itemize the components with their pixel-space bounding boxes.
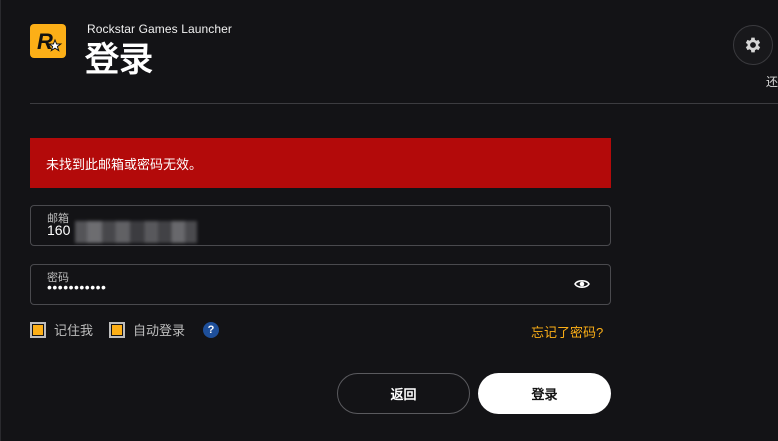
launcher-window: R Rockstar Games Launcher 登录 还 未找到此邮箱或密码… [0,0,778,441]
auto-login-checkbox[interactable] [109,321,126,338]
error-banner: 未找到此邮箱或密码无效。 [30,138,611,188]
gear-icon [745,37,761,53]
checkbox-fill [112,324,123,335]
password-field[interactable]: 密码 ••••••••••• [30,264,611,305]
forgot-password-link[interactable]: 忘记了密码? [531,322,603,341]
auto-login-label: 自动登录 [133,323,186,338]
page-title: 登录 [85,40,153,80]
password-input[interactable]: ••••••••••• [47,279,106,295]
svg-text:R: R [37,29,53,54]
auto-login-option[interactable]: 自动登录 [109,320,185,339]
error-message: 未找到此邮箱或密码无效。 [46,156,203,172]
email-field[interactable]: 邮箱 160 [30,205,611,246]
eye-icon[interactable] [574,278,590,290]
header-divider [30,103,778,104]
settings-partial-label: 还 [766,75,778,89]
redacted-email-mosaic [75,221,197,243]
checkbox-fill [33,324,43,335]
remember-me-checkbox[interactable] [30,321,46,338]
rockstar-logo-icon: R [30,24,66,58]
login-button[interactable]: 登录 [478,373,611,414]
remember-me-option[interactable]: 记住我 [30,320,93,339]
settings-button[interactable] [733,25,773,65]
app-name: Rockstar Games Launcher [87,22,233,36]
help-icon[interactable]: ? [203,321,220,338]
back-button[interactable]: 返回 [337,373,470,414]
login-options: 记住我 自动登录 ? [30,320,220,339]
remember-me-label: 记住我 [54,323,94,338]
